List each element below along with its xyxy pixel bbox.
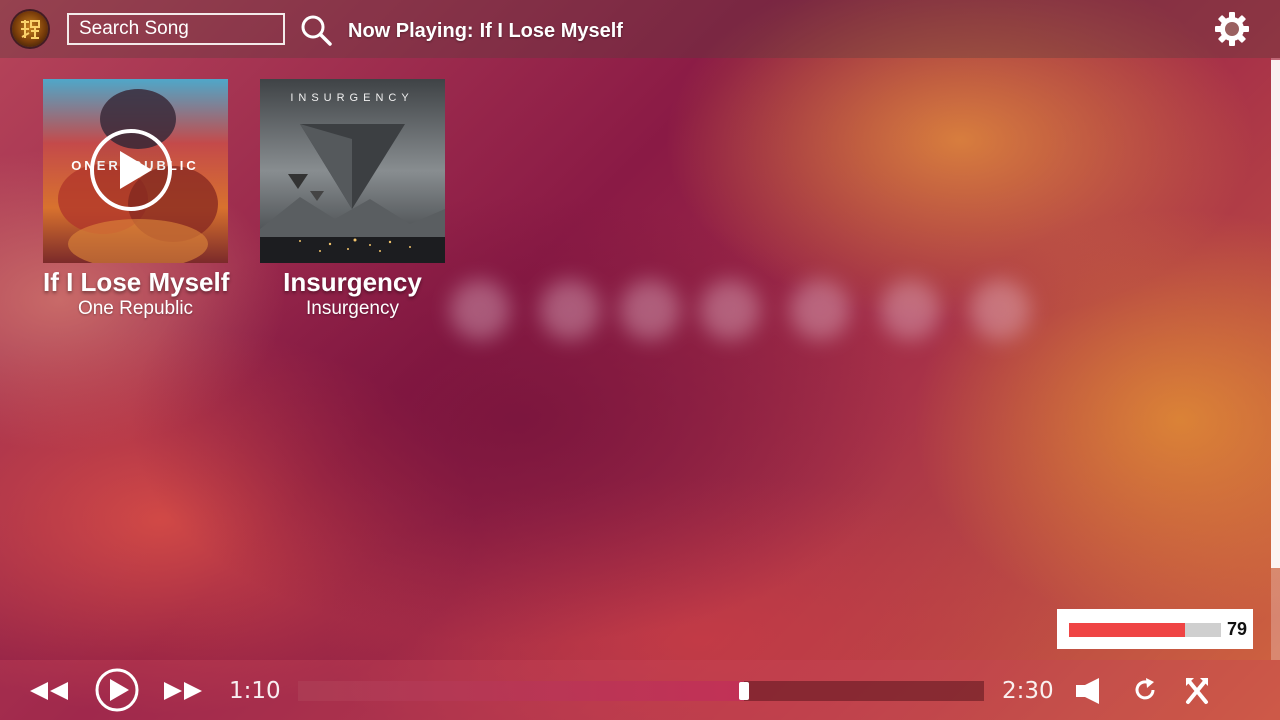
album-art: INSURGENCY: [260, 79, 445, 263]
scrollbar[interactable]: [1271, 58, 1280, 660]
speaker-icon[interactable]: [1075, 677, 1101, 710]
repeat-icon[interactable]: [1133, 677, 1159, 708]
app-logo[interactable]: [12, 11, 48, 47]
shuffle-icon[interactable]: [1185, 677, 1209, 710]
current-time: 1:10: [229, 678, 281, 704]
scrollbar-thumb[interactable]: [1271, 60, 1280, 568]
rewind-icon[interactable]: [28, 680, 70, 707]
search-input[interactable]: [67, 13, 285, 45]
song-title: Insurgency: [283, 267, 422, 297]
search-icon[interactable]: [300, 14, 332, 46]
gear-icon[interactable]: [1214, 11, 1250, 47]
total-time: 2:30: [1002, 678, 1054, 704]
song-title: If I Lose Myself: [43, 267, 230, 297]
fast-forward-icon[interactable]: [162, 680, 204, 707]
album-art: ONEREPUBLIC: [43, 79, 228, 263]
song-card[interactable]: INSURGENCY Insurgency Insurgency: [260, 79, 445, 320]
song-card[interactable]: ONEREPUBLIC If I Lose Myself One Republi…: [43, 79, 230, 320]
now-playing-title: If I Lose Myself: [479, 20, 623, 42]
album-art-text: INSURGENCY: [290, 92, 413, 104]
play-icon[interactable]: [95, 668, 139, 717]
progress-handle[interactable]: [738, 682, 749, 700]
volume-value: 79: [1227, 619, 1248, 639]
now-playing-label: Now Playing:: [348, 20, 474, 42]
progress-fill: [298, 681, 744, 701]
volume-fill: [1069, 623, 1185, 637]
progress-bar[interactable]: [298, 681, 984, 701]
volume-slider[interactable]: [1069, 623, 1221, 637]
song-artist: One Republic: [77, 298, 194, 319]
play-overlay-icon[interactable]: [90, 129, 172, 211]
volume-popup: 79: [1057, 609, 1253, 649]
song-artist: Insurgency: [306, 298, 399, 319]
now-playing: Now Playing: If I Lose Myself: [348, 20, 623, 43]
top-bar: Now Playing:If I Lose Myself: [0, 0, 1280, 58]
